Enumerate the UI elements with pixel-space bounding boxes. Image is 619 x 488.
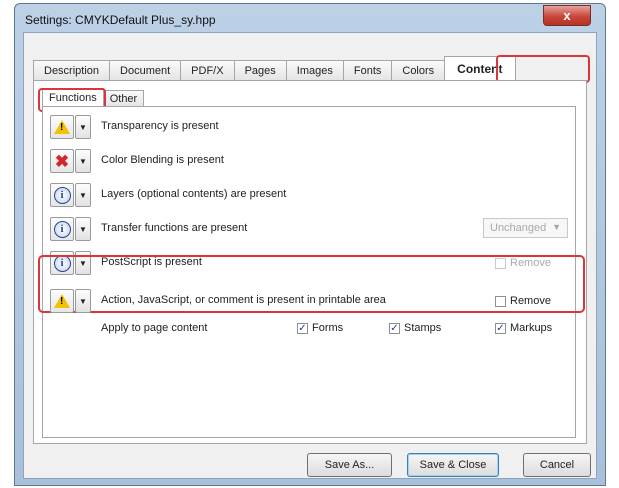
- close-icon: x: [563, 8, 571, 23]
- save-as-button[interactable]: Save As...: [307, 453, 392, 477]
- close-button[interactable]: x: [543, 5, 591, 26]
- chevron-down-icon: ▼: [79, 296, 87, 306]
- warning-icon: !: [54, 120, 70, 134]
- checkmark-icon: ✓: [495, 322, 506, 334]
- subtab-other[interactable]: Other: [102, 90, 145, 107]
- title-bar: Settings: CMYKDefault Plus_sy.hpp x: [15, 4, 605, 34]
- transfer-functions-select[interactable]: Unchanged ▼: [483, 218, 568, 238]
- severity-dropdown[interactable]: ▼: [75, 289, 91, 313]
- tab-description[interactable]: Description: [33, 60, 111, 81]
- settings-window: Settings: CMYKDefault Plus_sy.hpp x Desc…: [14, 3, 606, 486]
- markups-checkbox[interactable]: ✓ Markups: [495, 322, 552, 334]
- chevron-down-icon: ▼: [79, 122, 87, 132]
- checkbox-box: [495, 295, 506, 307]
- tab-document[interactable]: Document: [109, 60, 182, 81]
- row-transfer-functions: i ▼ Transfer functions are present Uncha…: [43, 215, 575, 243]
- forms-checkbox[interactable]: ✓ Forms: [297, 322, 343, 334]
- chevron-down-icon: ▼: [79, 156, 87, 166]
- content-tab-panel: Functions Other ! ▼ Transparency is pres…: [33, 80, 587, 444]
- cancel-button[interactable]: Cancel: [523, 453, 591, 477]
- row-label: Action, JavaScript, or comment is presen…: [101, 294, 386, 306]
- info-icon: i: [53, 220, 71, 238]
- severity-button[interactable]: ✖: [50, 149, 74, 173]
- row-label: Color Blending is present: [101, 154, 224, 166]
- window-title: Settings: CMYKDefault Plus_sy.hpp: [25, 13, 216, 27]
- severity-button[interactable]: i: [50, 183, 74, 207]
- row-action-javascript: ! ▼ Action, JavaScript, or comment is pr…: [43, 287, 575, 315]
- tab-images[interactable]: Images: [285, 60, 344, 81]
- severity-dropdown[interactable]: ▼: [75, 149, 91, 173]
- row-label: Transparency is present: [101, 120, 219, 132]
- action-remove-checkbox[interactable]: Remove: [495, 295, 551, 307]
- checkbox-label: Markups: [510, 322, 553, 334]
- apply-label: Apply to page content: [101, 322, 208, 334]
- tab-fonts[interactable]: Fonts: [342, 60, 393, 81]
- severity-dropdown[interactable]: ▼: [75, 115, 91, 139]
- content-tab-highlight: [496, 55, 590, 83]
- tab-colors[interactable]: Colors: [391, 60, 446, 81]
- row-transparency: ! ▼ Transparency is present: [43, 113, 575, 141]
- dialog-client: Description Document PDF/X Pages Images …: [23, 32, 597, 479]
- tab-pages[interactable]: Pages: [233, 60, 287, 81]
- save-close-button[interactable]: Save & Close: [407, 453, 499, 477]
- checkbox-label: Forms: [312, 322, 344, 334]
- severity-button[interactable]: !: [50, 289, 74, 313]
- checkmark-icon: ✓: [297, 322, 308, 334]
- functions-panel: ! ▼ Transparency is present ✖ ▼ Color Bl…: [38, 106, 585, 438]
- info-icon: i: [53, 186, 71, 204]
- checkmark-icon: ✓: [389, 322, 400, 334]
- row-layers: i ▼ Layers (optional contents) are prese…: [43, 181, 575, 209]
- tab-bar: Description Document PDF/X Pages Images …: [33, 55, 516, 81]
- row-label: Transfer functions are present: [101, 222, 248, 234]
- checkbox-label: Remove: [510, 295, 551, 307]
- row-apply-to-page-content: Apply to page content ✓ Forms ✓ Stamps ✓…: [43, 315, 575, 343]
- select-value: Unchanged: [490, 222, 547, 234]
- chevron-down-icon: ▼: [79, 190, 87, 200]
- row-color-blending: ✖ ▼ Color Blending is present: [43, 147, 575, 175]
- chevron-down-icon: ▼: [79, 224, 87, 234]
- tab-pdfx[interactable]: PDF/X: [180, 60, 235, 81]
- row-label: Layers (optional contents) are present: [101, 188, 287, 200]
- severity-button[interactable]: !: [50, 115, 74, 139]
- error-x-icon: ✖: [54, 151, 70, 171]
- severity-dropdown[interactable]: ▼: [75, 217, 91, 241]
- severity-button[interactable]: i: [50, 217, 74, 241]
- warning-icon: !: [54, 294, 70, 308]
- stamps-checkbox[interactable]: ✓ Stamps: [389, 322, 441, 334]
- chevron-down-icon: ▼: [552, 222, 561, 232]
- severity-dropdown[interactable]: ▼: [75, 183, 91, 207]
- checkbox-label: Stamps: [404, 322, 442, 334]
